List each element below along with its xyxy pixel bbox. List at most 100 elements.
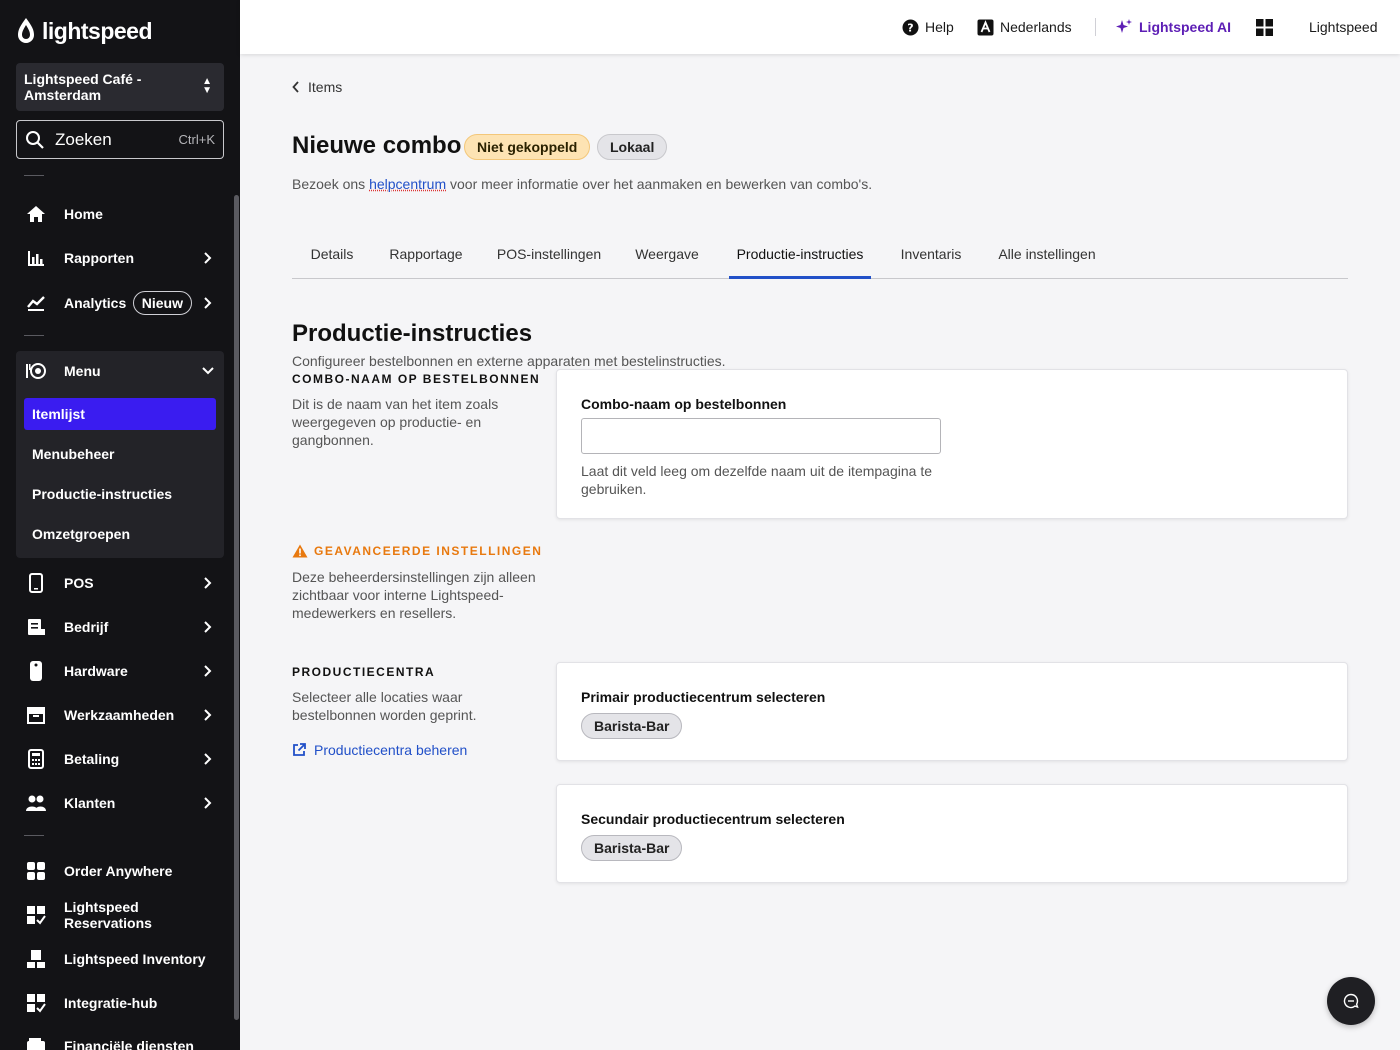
nav-label: Klanten	[64, 795, 116, 811]
wallet-icon	[24, 1034, 48, 1050]
combo-name-input[interactable]	[581, 418, 941, 454]
chevron-up-down-icon: ▲ ▼	[202, 76, 212, 96]
logo[interactable]: lightspeed	[16, 16, 153, 46]
sub-item-omzetgroepen[interactable]: Omzetgroepen	[24, 518, 216, 550]
chevron-right-icon	[200, 665, 216, 677]
help-button[interactable]: ? Help	[902, 17, 954, 37]
divider	[24, 335, 44, 336]
intro-pre: Bezoek ons	[292, 176, 370, 192]
nav-item-integratie-hub[interactable]: Integratie-hub	[16, 983, 224, 1023]
tab-productie-instructies[interactable]: Productie-instructies	[729, 244, 871, 279]
warning-icon	[292, 544, 308, 558]
apps-button[interactable]	[1256, 17, 1273, 37]
chevron-right-icon	[200, 709, 216, 721]
account-label: Lightspeed	[1309, 19, 1378, 35]
combo-name-heading: Combo-naam op bestelbonnen	[292, 372, 541, 386]
search-shortcut: Ctrl+K	[178, 132, 215, 147]
sub-item-menubeheer[interactable]: Menubeheer	[24, 438, 216, 470]
people-icon	[24, 791, 48, 815]
primary-center-chip[interactable]: Barista-Bar	[581, 713, 683, 739]
tab-pos-instellingen[interactable]: POS-instellingen	[480, 244, 618, 279]
nav-item-inventory[interactable]: Lightspeed Inventory	[16, 939, 224, 979]
nav-item-pos[interactable]: POS	[16, 563, 224, 603]
calculator-icon	[24, 747, 48, 771]
divider	[24, 175, 44, 176]
intro-post: voor meer informatie over het aanmaken e…	[446, 176, 873, 192]
reservations-icon	[24, 903, 48, 927]
language-icon	[977, 19, 994, 35]
primary-center-label: Primair productiecentrum selecteren	[581, 689, 826, 705]
section-description: Configureer bestelbonnen en externe appa…	[292, 353, 726, 369]
search-button[interactable]: Zoeken Ctrl+K	[16, 120, 224, 159]
nav-item-order-anywhere[interactable]: Order Anywhere	[16, 851, 224, 891]
ai-label: Lightspeed AI	[1139, 19, 1232, 35]
main-content: Items Nieuwe combo Niet gekoppeld Lokaal…	[240, 54, 1400, 1050]
nav-label: Werkzaamheden	[64, 707, 175, 723]
manage-production-centers-link[interactable]: Productiecentra beheren	[292, 742, 467, 758]
business-icon	[24, 615, 48, 639]
nav-label: Financiële diensten	[64, 1038, 194, 1050]
nav-item-klanten[interactable]: Klanten	[16, 783, 224, 823]
nav-item-reservations[interactable]: Lightspeed Reservations	[16, 895, 224, 935]
nav-label: Hardware	[64, 663, 128, 679]
tab-details[interactable]: Details	[292, 244, 372, 279]
nav-label: Lightspeed Inventory	[64, 951, 206, 967]
trend-icon	[24, 291, 48, 315]
nav-item-hardware[interactable]: Hardware	[16, 651, 224, 691]
chevron-right-icon	[200, 797, 216, 809]
tab-alle-instellingen[interactable]: Alle instellingen	[988, 244, 1106, 279]
section-title: Productie-instructies	[292, 320, 533, 347]
advanced-heading: Geavanceerde instellingen	[292, 544, 542, 558]
menu-group: Menu Itemlijst Menubeheer Productie-inst…	[16, 351, 224, 558]
chevron-right-icon	[200, 753, 216, 765]
nav-label: Home	[64, 206, 103, 222]
search-label: Zoeken	[55, 129, 112, 149]
helpcentrum-link[interactable]: helpcentrum	[369, 176, 446, 192]
advanced-help: Deze beheerdersinstellingen zijn alleen …	[292, 569, 536, 621]
tab-rapportage[interactable]: Rapportage	[372, 244, 480, 279]
tab-inventaris[interactable]: Inventaris	[884, 244, 978, 279]
nav-item-werkzaamheden[interactable]: Werkzaamheden	[16, 695, 224, 735]
back-link[interactable]: Items	[292, 79, 342, 95]
apps-grid-icon	[1256, 18, 1273, 36]
sidebar-scrollbar[interactable]	[234, 195, 239, 1020]
sub-item-productie-instructies[interactable]: Productie-instructies	[24, 478, 216, 510]
nav-item-betaling[interactable]: Betaling	[16, 739, 224, 779]
advanced-heading-label: Geavanceerde instellingen	[314, 544, 543, 558]
nav-item-financiele-diensten[interactable]: Financiële diensten	[16, 1026, 224, 1050]
venue-selector[interactable]: Lightspeed Café - Amsterdam ▲ ▼	[16, 63, 224, 111]
secondary-center-card: Secundair productiecentrum selecteren Ba…	[556, 784, 1348, 883]
external-link-icon	[293, 743, 306, 756]
nav-item-bedrijf[interactable]: Bedrijf	[16, 607, 224, 647]
combo-name-card: Combo-naam op bestelbonnen Laat dit veld…	[556, 369, 1348, 519]
sub-item-itemlijst[interactable]: Itemlijst	[24, 398, 216, 430]
tablet-icon	[24, 571, 48, 595]
chevron-right-icon	[200, 621, 216, 633]
divider	[24, 835, 44, 836]
nav-item-analytics[interactable]: Analytics Nieuw	[16, 283, 224, 323]
production-centers-heading: Productiecentra	[292, 665, 436, 679]
chat-button[interactable]	[1327, 977, 1375, 1025]
nav-item-home[interactable]: Home	[16, 194, 224, 234]
tab-weergave[interactable]: Weergave	[618, 244, 716, 279]
chevron-right-icon	[200, 297, 216, 309]
nav-label: Rapporten	[64, 250, 134, 266]
lightspeed-ai-button[interactable]: Lightspeed AI	[1115, 17, 1231, 37]
search-icon	[26, 130, 44, 149]
back-label: Items	[308, 79, 343, 95]
account-button[interactable]: Lightspeed	[1309, 17, 1378, 37]
chevron-right-icon	[200, 577, 216, 589]
nav-item-menu[interactable]: Menu	[16, 351, 224, 391]
language-button[interactable]: Nederlands	[977, 17, 1072, 37]
nav-item-rapporten[interactable]: Rapporten	[16, 238, 224, 278]
lightspeed-flame-icon	[18, 18, 34, 43]
help-icon: ?	[902, 19, 919, 35]
svg-text:?: ?	[907, 21, 913, 34]
venue-name: Lightspeed Café - Amsterdam	[24, 71, 142, 103]
integration-icon	[24, 991, 48, 1015]
chevron-right-icon	[200, 252, 216, 264]
secondary-center-label: Secundair productiecentrum selecteren	[581, 811, 845, 827]
primary-center-card: Primair productiecentrum selecteren Bari…	[556, 662, 1348, 761]
secondary-center-chip[interactable]: Barista-Bar	[581, 835, 683, 861]
nav-label: Analytics	[64, 295, 127, 311]
